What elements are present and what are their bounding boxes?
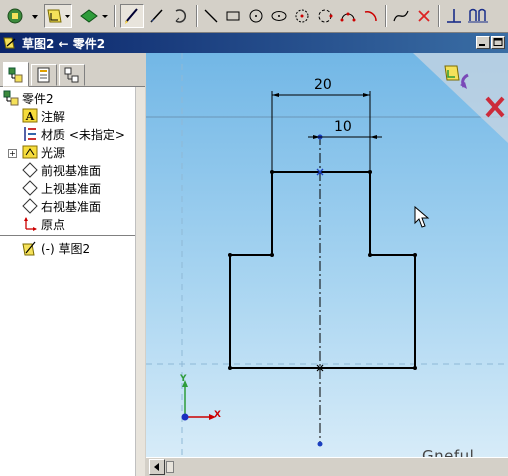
mouse-cursor — [414, 205, 430, 228]
tree-item-label: 上视基准面 — [41, 181, 102, 196]
tab-feature-manager[interactable] — [3, 62, 29, 87]
scroll-thumb[interactable] — [166, 461, 174, 473]
maximize-button[interactable] — [491, 36, 505, 49]
trim-icon[interactable] — [413, 4, 435, 28]
tree-item-front-plane[interactable]: 前视基准面 — [22, 161, 101, 179]
graphics-area[interactable]: 20 10 Y X Gneful — [146, 53, 508, 476]
tree-item-label: 前视基准面 — [41, 163, 102, 178]
sketch-document-icon — [3, 36, 18, 53]
add-relation-icon[interactable] — [170, 4, 192, 28]
tree-item-lights[interactable]: 光源 — [22, 143, 65, 161]
feature-manager-tabs — [0, 53, 145, 87]
tab-property-manager[interactable] — [31, 64, 57, 86]
sketch-feature-icon — [22, 240, 38, 256]
ellipse-icon[interactable] — [268, 4, 290, 28]
line-icon[interactable] — [200, 4, 222, 28]
view-orientation-icon[interactable] — [76, 4, 110, 28]
centerpoint-arc-icon[interactable] — [291, 4, 313, 28]
plane-icon — [22, 180, 38, 196]
svg-text:A: A — [25, 110, 35, 123]
triad-x-label: X — [214, 410, 221, 420]
tree-item-material[interactable]: 材质 <未指定> — [22, 125, 125, 143]
spline-icon[interactable] — [390, 4, 412, 28]
origin-icon — [22, 216, 38, 232]
dimension-10-label[interactable]: 10 — [334, 119, 352, 135]
circle-icon[interactable] — [245, 4, 267, 28]
document-title-bar: 草图2 ← 零件2 — [0, 33, 508, 53]
triad-y-label: Y — [180, 374, 187, 384]
feature-manager-panel: 零件2 A 注解 材质 <未指定> + 光源 前视基准面 上视基准面 右视基准面… — [0, 53, 145, 476]
tree-item-annotations[interactable]: A 注解 — [22, 107, 65, 125]
sketch-plane-icon[interactable] — [44, 4, 72, 28]
plane-icon — [22, 162, 38, 178]
annotations-icon: A — [22, 108, 38, 124]
tree-item-label: 原点 — [41, 217, 66, 232]
tree-item-top-plane[interactable]: 上视基准面 — [22, 179, 101, 197]
tree-item-label: 光源 — [41, 145, 66, 160]
tab-configuration-manager[interactable] — [59, 64, 85, 86]
three-point-arc-icon[interactable] — [337, 4, 359, 28]
tangent-arc-icon[interactable] — [314, 4, 336, 28]
sketch-icon[interactable] — [120, 4, 144, 28]
smart-dimension-icon[interactable] — [146, 4, 168, 28]
sketch-canvas — [146, 53, 508, 476]
sketch-profile — [229, 171, 416, 369]
tree-root-part[interactable]: 零件2 — [3, 89, 54, 107]
scroll-left-button[interactable] — [149, 459, 165, 475]
tree-item-label: (-) 草图2 — [41, 241, 91, 256]
arc-icon[interactable] — [360, 4, 382, 28]
tree-item-right-plane[interactable]: 右视基准面 — [22, 197, 101, 215]
feature-tree-scrollbar[interactable] — [135, 87, 145, 476]
coordinate-triad — [181, 380, 216, 421]
dimension-20-label[interactable]: 20 — [314, 77, 332, 93]
rebuild-options-icon[interactable] — [4, 4, 42, 28]
lights-icon — [22, 144, 38, 160]
tree-item-label: 材质 <未指定> — [41, 127, 125, 142]
window-title: 草图2 ← 零件2 — [22, 37, 106, 51]
graphics-horizontal-scrollbar[interactable] — [146, 457, 508, 476]
tree-item-label: 注解 — [41, 109, 66, 124]
centerline-endpoint — [317, 441, 323, 447]
expand-toggle[interactable]: + — [8, 149, 17, 158]
tree-item-sketch2[interactable]: (-) 草图2 — [22, 239, 90, 257]
sketch-points — [228, 170, 417, 370]
plane-icon — [22, 198, 38, 214]
material-icon — [22, 126, 38, 142]
tree-item-origin[interactable]: 原点 — [22, 215, 65, 233]
dimension-20-lines — [271, 91, 371, 172]
sketch-relations-icon[interactable] — [443, 4, 465, 28]
sketch-grid-icon[interactable] — [466, 4, 490, 28]
rebuild-arrow-icon — [458, 73, 472, 94]
tree-item-label: 右视基准面 — [41, 199, 102, 214]
tree-rollback-bar[interactable] — [0, 235, 135, 237]
part-icon — [3, 90, 19, 106]
cancel-sketch-icon[interactable] — [484, 95, 506, 122]
rectangle-icon[interactable] — [222, 4, 244, 28]
minimize-button[interactable] — [476, 36, 490, 49]
sketch-toolbar — [0, 0, 508, 33]
tree-root-label: 零件2 — [22, 91, 54, 106]
